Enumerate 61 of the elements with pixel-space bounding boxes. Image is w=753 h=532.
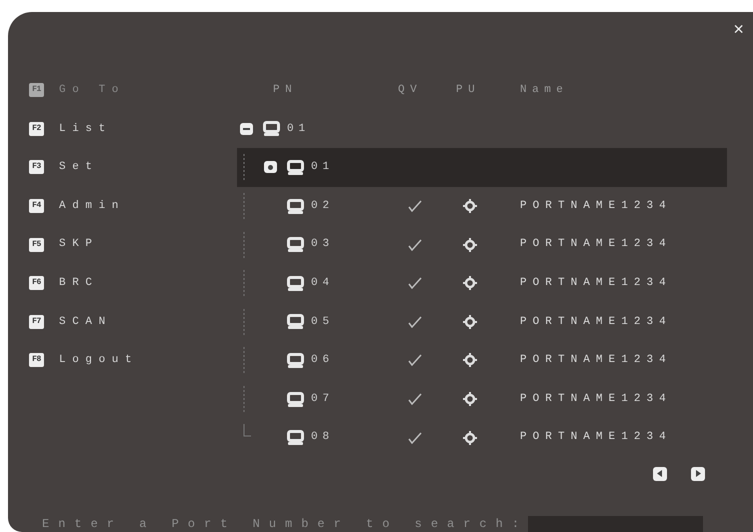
tree-row[interactable]: 01 <box>237 110 727 148</box>
tree-row[interactable]: 04 PORTNAME1234 <box>237 264 727 303</box>
previous-page-button[interactable] <box>653 466 667 481</box>
column-header: Name <box>519 83 568 98</box>
tree-row[interactable]: 05 PORTNAME1234 <box>237 302 727 342</box>
monitor-icon <box>287 237 304 252</box>
monitor-icon <box>287 198 304 214</box>
monitor-icon <box>287 160 304 175</box>
port-name: PORTNAME1234 <box>520 314 672 330</box>
tree-row[interactable]: 02 PORTNAME1234 <box>237 186 727 226</box>
tree-connector <box>243 386 245 412</box>
tree-row[interactable]: 07 PORTNAME1234 <box>237 380 727 418</box>
tree-connector <box>243 347 245 374</box>
port-name: PORTNAME1234 <box>520 392 672 407</box>
tree-row[interactable]: 06 PORTNAME1234 <box>237 341 727 380</box>
port-number: 06 <box>311 353 334 368</box>
port-number: 01 <box>311 160 334 176</box>
tree-connector <box>243 232 245 258</box>
tree-row[interactable]: 08 PORTNAME1234 <box>237 418 727 457</box>
menu-item[interactable]: F5 SKP <box>29 225 237 264</box>
port-number: 04 <box>311 276 334 292</box>
menu-item[interactable]: F6 BRC <box>29 264 237 303</box>
search-label: Enter a Port Number to search: <box>42 516 528 532</box>
port-number: 07 <box>311 392 334 407</box>
expand-icon[interactable] <box>264 161 277 174</box>
column-header: QV <box>397 83 424 98</box>
menu-item[interactable]: F8 Logout <box>29 341 237 380</box>
monitor-icon <box>287 352 304 368</box>
port-name: PORTNAME1234 <box>520 430 672 446</box>
port-name: PORTNAME1234 <box>520 353 672 368</box>
right-arrow-icon <box>695 470 701 478</box>
menu-item[interactable]: F2 List <box>29 110 237 148</box>
port-name: PORTNAME1234 <box>520 237 672 252</box>
tree-connector <box>243 424 252 438</box>
tree-connector <box>243 270 245 296</box>
port-number: 03 <box>311 237 334 252</box>
menu-item[interactable]: F4 Admin <box>29 186 237 226</box>
tree-connector <box>243 308 245 335</box>
monitor-icon <box>287 314 304 330</box>
port-number: 02 <box>311 198 334 214</box>
column-header: PU <box>455 83 482 98</box>
close-button[interactable]: × <box>733 22 744 40</box>
port-number: 05 <box>311 314 334 330</box>
menu-item[interactable]: F3 Set <box>29 148 237 187</box>
tree-connector <box>243 193 245 220</box>
monitor-icon <box>287 430 304 446</box>
port-number: 08 <box>311 430 334 446</box>
tree-row[interactable]: 03 PORTNAME1234 <box>237 225 727 264</box>
tree-row[interactable]: 01 <box>237 148 727 187</box>
left-arrow-icon <box>657 470 663 478</box>
monitor-icon <box>263 121 280 136</box>
column-header: PN <box>272 83 298 98</box>
port-name: PORTNAME1234 <box>520 198 672 214</box>
collapse-icon[interactable] <box>240 122 253 135</box>
tree-connector <box>243 154 245 180</box>
monitor-icon <box>287 392 304 407</box>
menu-item[interactable]: F7 SCAN <box>29 302 237 342</box>
port-name: PORTNAME1234 <box>520 276 672 292</box>
monitor-icon <box>287 276 304 291</box>
next-page-button[interactable] <box>691 466 705 481</box>
port-number: 01 <box>287 122 310 137</box>
